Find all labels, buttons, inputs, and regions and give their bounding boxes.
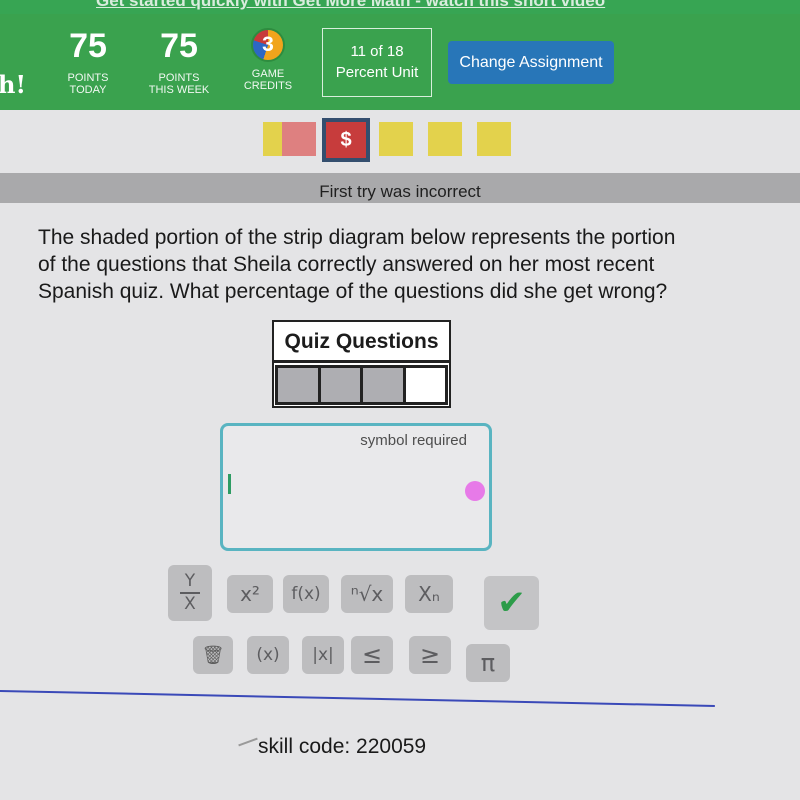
progress-square-incorrect (282, 122, 316, 156)
points-today-label-1: POINTS (67, 72, 109, 84)
strip-diagram-cells (274, 363, 449, 406)
strip-cell-unshaded (402, 365, 448, 405)
unit-progress: 11 of 18 Percent Unit (322, 28, 432, 97)
unit-name: Percent Unit (335, 64, 419, 81)
subscript-key[interactable]: Xₙ (405, 575, 453, 613)
text-cursor (228, 474, 231, 494)
fraction-numerator-label: Y (184, 571, 196, 591)
game-credits-label-1: GAME (251, 68, 285, 80)
pi-key[interactable]: π (466, 644, 510, 682)
points-today-value: 75 (69, 27, 107, 65)
change-assignment-button[interactable]: Change Assignment (448, 41, 614, 84)
parentheses-key[interactable]: (x) (247, 636, 289, 674)
question-line: of the questions that Sheila correctly a… (38, 253, 655, 276)
fraction-denominator-label: X (184, 594, 196, 614)
game-credits[interactable]: 3 GAME CREDITS (236, 28, 300, 92)
status-dot-icon (465, 481, 485, 501)
game-credits-label-2: CREDITS (243, 80, 293, 92)
symbol-required-hint: symbol required (360, 432, 467, 449)
unit-progress-count: 11 of 18 (350, 43, 404, 60)
points-week-label-2: THIS WEEK (148, 84, 210, 96)
dollar-icon: $ (340, 128, 352, 151)
function-key[interactable]: f(x) (283, 575, 329, 613)
points-today-label-2: TODAY (69, 84, 107, 96)
question-line: The shaded portion of the strip diagram … (38, 226, 676, 249)
answer-input[interactable]: symbol required (220, 423, 492, 551)
points-week-value: 75 (160, 27, 198, 65)
trash-icon: 🗑 (201, 644, 225, 666)
fraction-key[interactable]: Y X (168, 565, 212, 621)
strip-diagram: Quiz Questions (272, 320, 451, 408)
exponent-key[interactable]: x² (227, 575, 273, 613)
skill-code: skill code: 220059 (258, 735, 427, 758)
strip-cell-shaded (275, 365, 321, 405)
submit-check-key[interactable]: ✔ (484, 576, 539, 630)
header-bar: h! 75 POINTS TODAY 75 POINTS THIS WEEK 3… (0, 14, 800, 110)
progress-square-correct (477, 122, 511, 156)
less-equal-key[interactable]: ≤ (351, 636, 393, 674)
greater-equal-key[interactable]: ≥ (409, 636, 451, 674)
nth-root-key[interactable]: ⁿ√x (341, 575, 393, 613)
absolute-value-key[interactable]: |x| (302, 636, 344, 674)
game-credits-badge-icon: 3 (251, 28, 285, 62)
question-progress-row: $ (0, 118, 800, 164)
strip-cell-shaded (360, 365, 406, 405)
strip-diagram-title: Quiz Questions (274, 322, 449, 363)
progress-square-current: $ (322, 118, 370, 162)
intro-video-link[interactable]: Get started quickly with Get More Math -… (96, 0, 605, 11)
feedback-bar: First try was incorrect (0, 173, 800, 203)
game-credits-value: 3 (262, 33, 274, 56)
points-week-label-1: POINTS (158, 72, 200, 84)
feedback-message: First try was incorrect (319, 182, 481, 201)
strip-cell-shaded (317, 365, 363, 405)
skill-mark-icon (238, 737, 258, 747)
question-line: Spanish quiz. What percentage of the que… (38, 280, 668, 303)
delete-key[interactable]: 🗑 (193, 636, 233, 674)
progress-square-correct (428, 122, 462, 156)
top-banner: Get started quickly with Get More Math -… (0, 0, 800, 14)
divider-line (0, 690, 715, 707)
question-text: The shaded portion of the strip diagram … (38, 224, 738, 305)
brand-logo: h! (0, 70, 26, 99)
checkmark-icon: ✔ (497, 583, 526, 623)
points-today: 75 POINTS TODAY (50, 28, 126, 96)
points-this-week: 75 POINTS THIS WEEK (141, 28, 217, 96)
progress-square-correct (379, 122, 413, 156)
